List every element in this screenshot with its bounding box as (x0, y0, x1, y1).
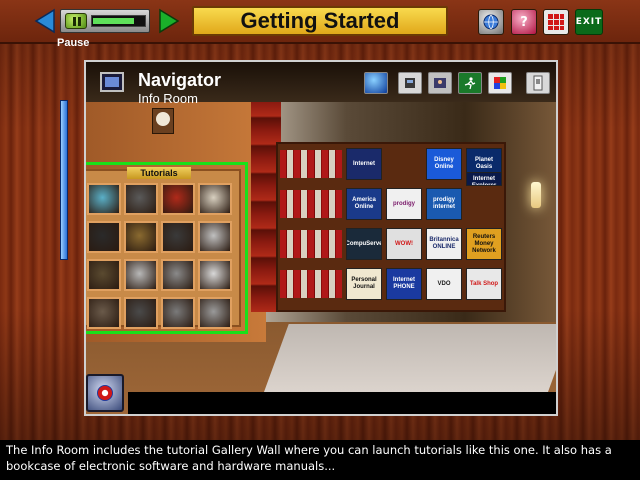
tutorial-tile[interactable] (124, 259, 158, 291)
product-tile[interactable]: Disney Online (426, 148, 462, 180)
forward-arrow-icon[interactable] (158, 8, 180, 34)
tutorial-tile[interactable] (87, 221, 121, 253)
tutorials-gallery-wall[interactable]: Tutorials (86, 162, 248, 334)
tutorial-tile[interactable] (161, 183, 195, 215)
viewport-status-strip (128, 392, 556, 414)
pause-label: Pause (57, 37, 90, 49)
product-tile[interactable]: Internet PHONE (386, 268, 422, 300)
grid-icon[interactable] (543, 9, 569, 35)
narration-caption: The Info Room includes the tutorial Gall… (0, 440, 640, 480)
shelf-books (280, 150, 342, 178)
shelf-books (280, 270, 342, 298)
navigator-title: Navigator (138, 70, 222, 90)
product-tile[interactable]: Britannica ONLINE (426, 228, 462, 260)
shelf-books (280, 230, 342, 258)
product-tile[interactable]: Personal Journal (346, 268, 382, 300)
product-tile[interactable]: Talk Shop (466, 268, 502, 300)
clock-icon (152, 108, 174, 134)
progress-bar (91, 15, 146, 27)
playback-controls (60, 9, 150, 33)
tutorial-tile[interactable] (198, 183, 232, 215)
tutorial-tile[interactable] (161, 297, 195, 329)
room-name: Info Room (138, 91, 198, 106)
product-bookcase[interactable]: InternetDisney OnlinePlanet Oasis& Micro… (276, 142, 506, 312)
product-tile[interactable]: CompuServe (346, 228, 382, 260)
product-tile[interactable]: prodigy internet (426, 188, 462, 220)
exit-button[interactable]: EXIT (575, 9, 603, 35)
home-icon[interactable] (86, 374, 124, 412)
wall-lamp (531, 182, 541, 208)
product-tile[interactable]: Reuters Money Network (466, 228, 502, 260)
tutorial-tile[interactable] (161, 221, 195, 253)
navigator-viewport[interactable]: InternetDisney OnlinePlanet Oasis& Micro… (84, 60, 558, 416)
tutorial-tile[interactable] (87, 183, 121, 215)
progress-fill (93, 18, 134, 24)
product-tile[interactable]: WOW! (386, 228, 422, 260)
pause-button[interactable] (65, 13, 87, 29)
tutorial-tile[interactable] (87, 297, 121, 329)
tutorial-tile[interactable] (124, 221, 158, 253)
product-tile[interactable]: prodigy (386, 188, 422, 220)
tutorial-tile[interactable] (198, 297, 232, 329)
tutorial-tile[interactable] (198, 259, 232, 291)
rug (263, 324, 556, 394)
shelf-books (280, 190, 342, 218)
product-tile[interactable]: Internet (346, 148, 382, 180)
phone-icon[interactable] (398, 72, 422, 94)
tutorial-tile[interactable] (87, 259, 121, 291)
navigator-icon (100, 72, 124, 92)
windows-icon[interactable] (488, 72, 512, 94)
back-arrow-icon[interactable] (34, 8, 56, 34)
product-tile[interactable]: VDO (426, 268, 462, 300)
page-title: Getting Started (192, 6, 448, 36)
help-button[interactable]: ? (511, 9, 537, 35)
side-scroll-slider[interactable] (60, 100, 68, 260)
globe-icon[interactable] (364, 72, 388, 94)
tutorial-tile[interactable] (124, 297, 158, 329)
globe-icon[interactable] (478, 9, 504, 35)
running-man-icon[interactable] (458, 72, 482, 94)
product-tile[interactable]: & Microsoft Internet Explorer (466, 172, 502, 186)
product-tile[interactable]: America Online (346, 188, 382, 220)
light-switch-icon[interactable] (526, 72, 550, 94)
contacts-icon[interactable] (428, 72, 452, 94)
tutorial-tile[interactable] (161, 259, 195, 291)
tutorial-tile[interactable] (124, 183, 158, 215)
tutorial-tile[interactable] (198, 221, 232, 253)
tutorials-label: Tutorials (127, 167, 191, 179)
